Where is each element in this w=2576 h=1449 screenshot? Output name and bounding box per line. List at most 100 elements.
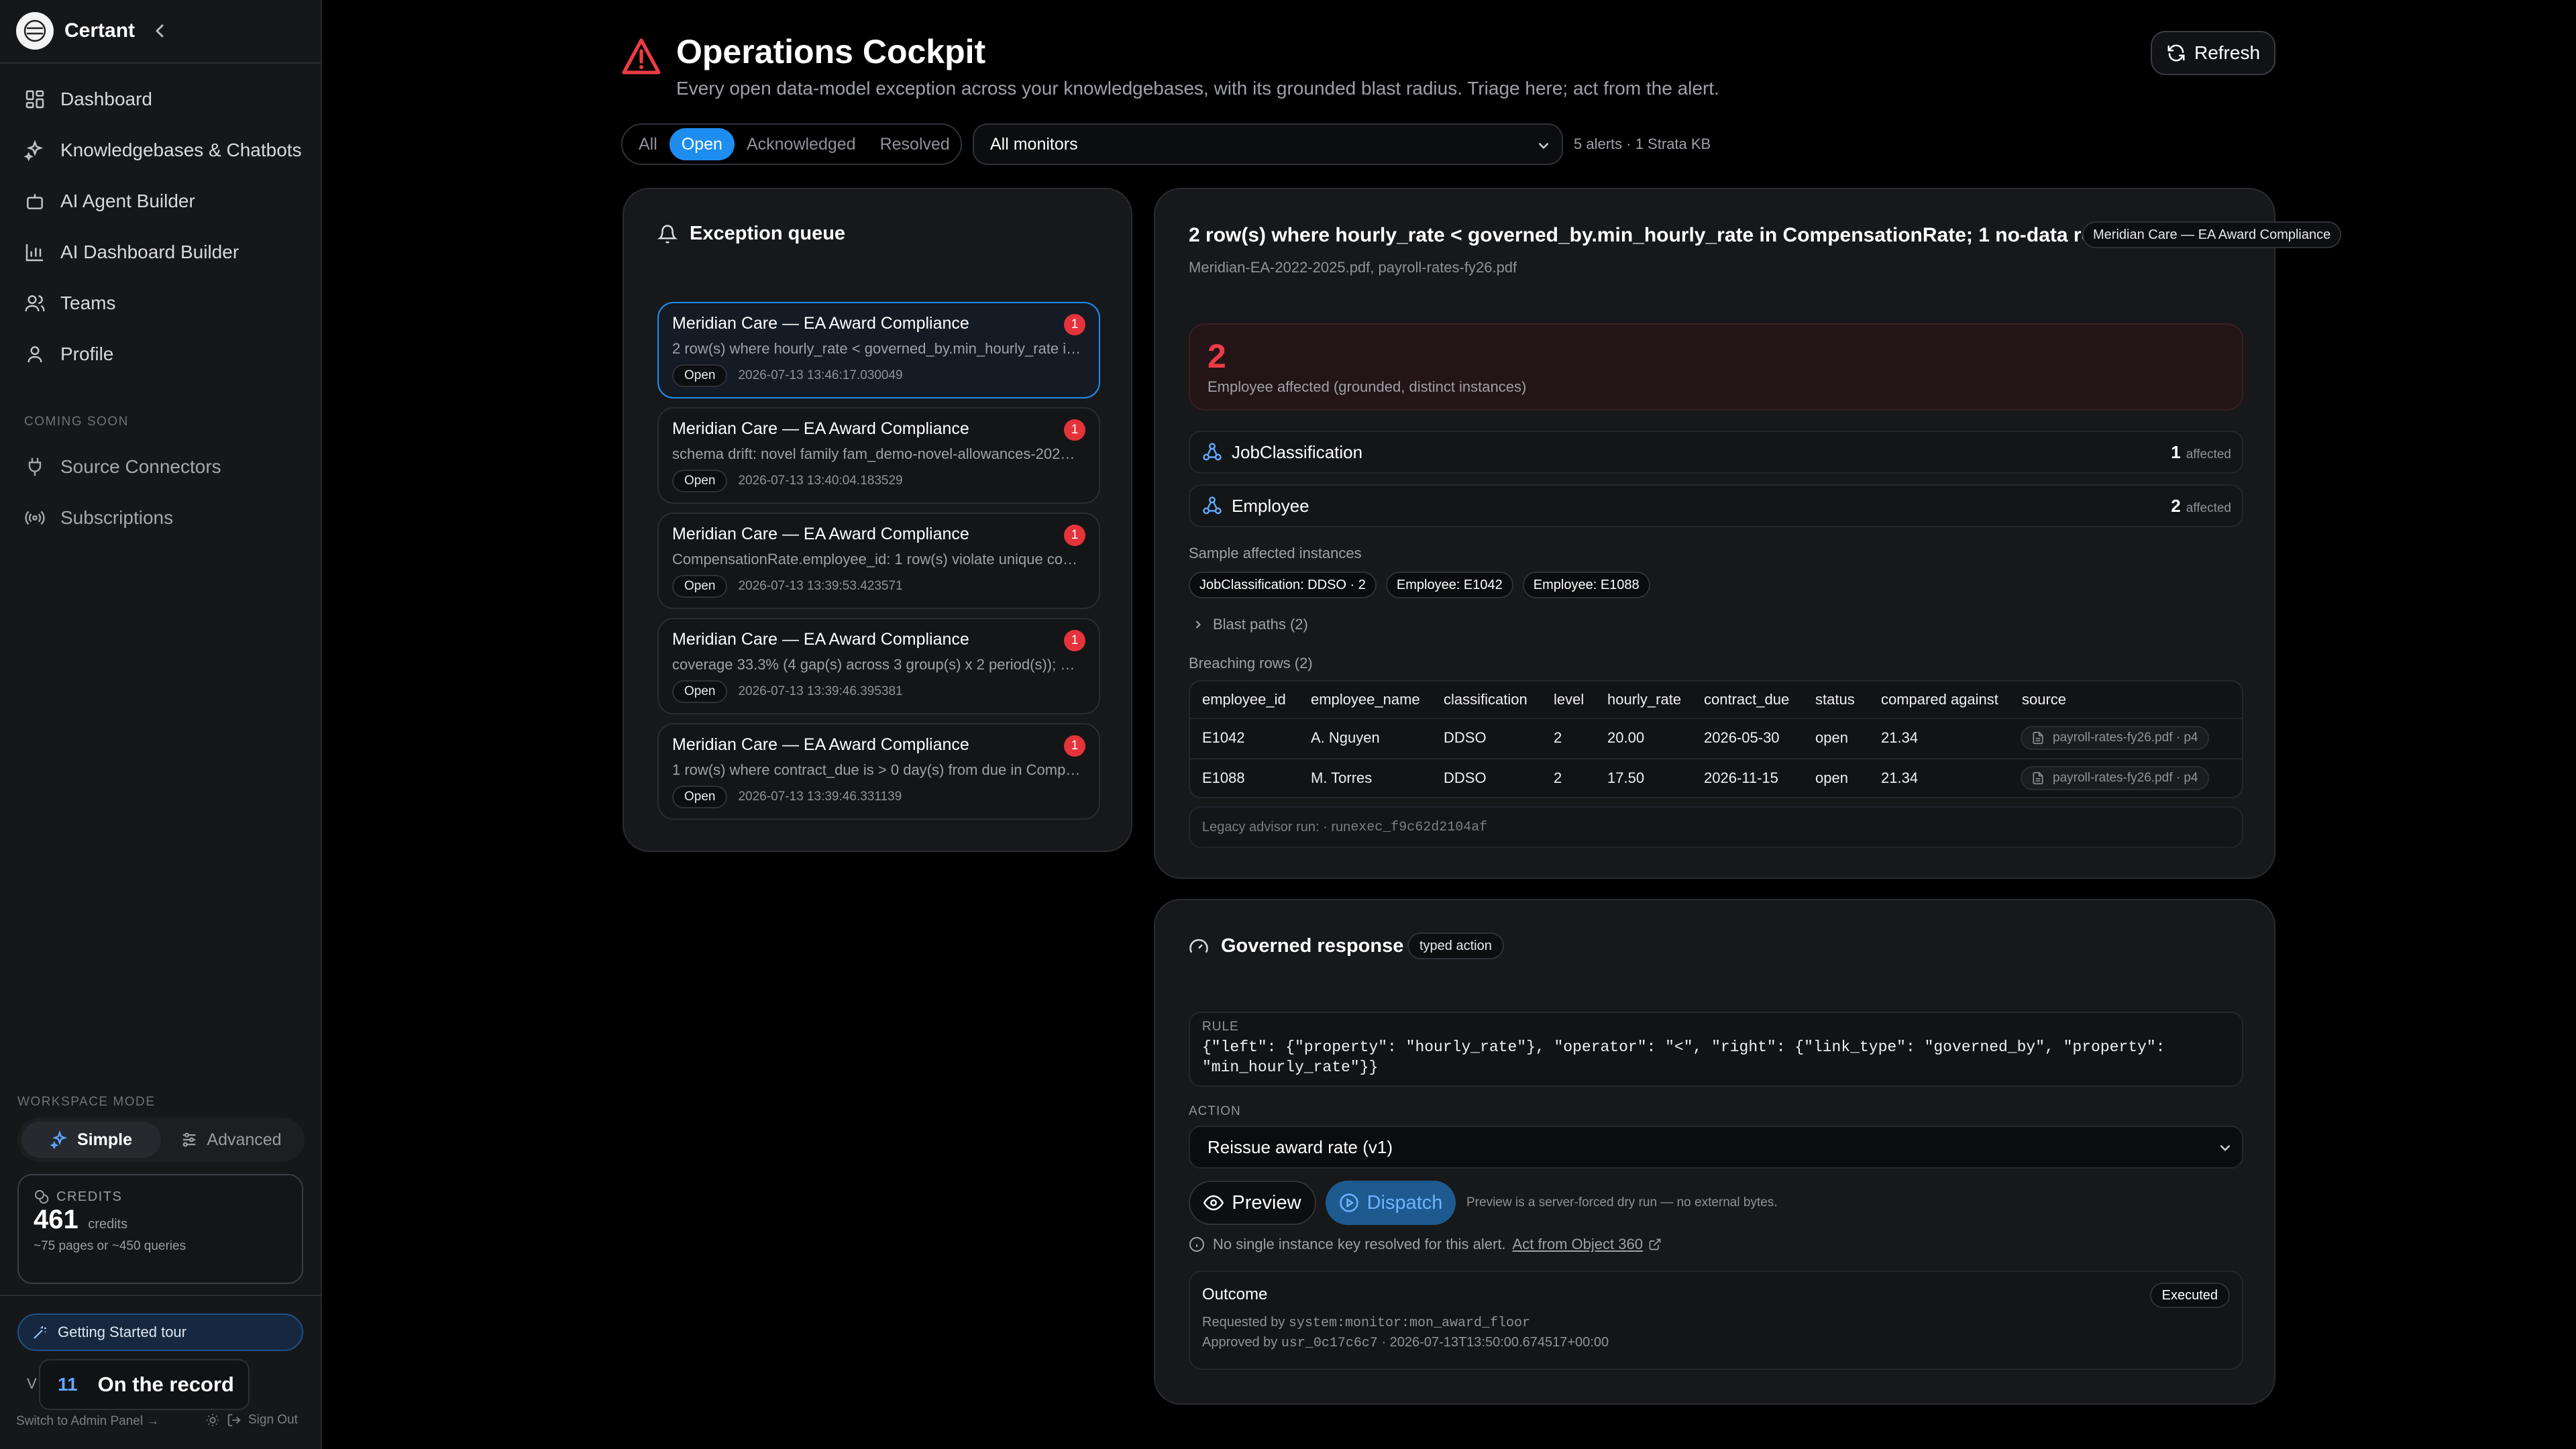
page-subtitle: Every open data-model exception across y… (676, 78, 1719, 99)
table-row[interactable]: E1088 M. Torres DDSO 2 17.50 2026-11-15 … (1190, 758, 2242, 797)
queue-item-desc: 2 row(s) where hourly_rate < governed_by… (672, 340, 1081, 357)
queue-item[interactable]: Meridian Care — EA Award Compliance sche… (657, 407, 1100, 504)
sidebar-item-profile[interactable]: Profile (24, 334, 306, 374)
queue-item-desc: coverage 33.3% (4 gap(s) across 3 group(… (672, 656, 1081, 673)
entity-name: JobClassification (1232, 441, 1363, 462)
dispatch-button[interactable]: Dispatch (1326, 1181, 1456, 1225)
chevron-right-icon (1195, 621, 1201, 629)
status-badge: Open (672, 575, 728, 598)
sidebar-item-ai-agent-builder[interactable]: AI Agent Builder (24, 181, 306, 221)
mode-label: Simple (77, 1130, 132, 1149)
instance-chip[interactable]: Employee: E1042 (1385, 572, 1513, 598)
sidebar-item-label: Subscriptions (60, 507, 174, 528)
monitor-select[interactable]: All monitors (973, 123, 1563, 165)
theme-toggle-icon[interactable] (205, 1413, 220, 1428)
entity-count-unit: affected (2186, 500, 2231, 515)
blast-paths-toggle[interactable]: Blast paths (2) (1191, 616, 1308, 633)
source-files: Meridian-EA-2022-2025.pdf, payroll-rates… (1189, 259, 1517, 276)
collapse-sidebar-button[interactable] (149, 17, 170, 44)
tab-resolved[interactable]: Resolved (868, 128, 962, 160)
sidebar-item-knowledgebases[interactable]: Knowledgebases & Chatbots (24, 130, 306, 170)
queue-title: Exception queue (657, 223, 845, 245)
table-row[interactable]: E1042 A. Nguyen DDSO 2 20.00 2026-05-30 … (1190, 718, 2242, 757)
switch-admin-link[interactable]: Switch to Admin Panel → (16, 1414, 159, 1429)
source-chip[interactable]: payroll-rates-fy26.pdf · p4 (2021, 766, 2209, 790)
external-link-icon (1649, 1238, 1661, 1250)
refresh-label: Refresh (2194, 42, 2261, 63)
affected-entity-row[interactable]: JobClassification 1 affected (1189, 431, 2243, 474)
count-badge: 1 (1064, 419, 1085, 441)
bar-chart-icon (25, 244, 43, 262)
source-chip-label: payroll-rates-fy26.pdf · p4 (2053, 731, 2198, 745)
breaching-rows-label: Breaching rows (2) (1189, 655, 1313, 672)
preview-note: Preview is a server-forced dry run — no … (1466, 1195, 1778, 1210)
queue-item[interactable]: Meridian Care — EA Award Compliance Comp… (657, 513, 1100, 609)
tab-acknowledged[interactable]: Acknowledged (735, 128, 868, 160)
file-icon (2033, 771, 2043, 785)
action-select[interactable]: Reissue award rate (v1) (1189, 1126, 2243, 1169)
on-the-record-toast[interactable]: 11 On the record (39, 1359, 250, 1410)
queue-item-title: Meridian Care — EA Award Compliance (672, 735, 969, 754)
queue-item[interactable]: Meridian Care — EA Award Compliance 2 ro… (657, 302, 1100, 398)
queue-item[interactable]: Meridian Care — EA Award Compliance cove… (657, 618, 1100, 714)
count-badge: 1 (1064, 525, 1085, 546)
divider (0, 1295, 322, 1296)
wand-icon (34, 1326, 46, 1339)
breaching-rows-table: employee_id employee_name classification… (1189, 680, 2243, 798)
executed-badge: Executed (2149, 1283, 2230, 1308)
act-from-object-360-link[interactable]: Act from Object 360 (1513, 1236, 1662, 1253)
radio-icon (25, 511, 45, 525)
refresh-button[interactable]: Refresh (2151, 31, 2275, 75)
instance-chip[interactable]: JobClassification: DDSO · 2 (1189, 572, 1377, 598)
queue-item[interactable]: Meridian Care — EA Award Compliance 1 ro… (657, 723, 1100, 820)
column-header: employee_id (1202, 691, 1286, 708)
sidebar-item-subscriptions[interactable]: Subscriptions (24, 498, 306, 538)
mode-advanced-button[interactable]: Advanced (161, 1122, 301, 1158)
footer-actions: Sign Out (205, 1413, 298, 1428)
status-badge: Open (672, 680, 728, 703)
table-cell: 2026-11-15 (1704, 769, 1778, 786)
entity-count: 2 affected (2171, 496, 2231, 517)
table-cell: 21.34 (1881, 769, 1919, 786)
source-chip-label: payroll-rates-fy26.pdf · p4 (2053, 771, 2198, 785)
workspace-mode-toggle: Simple Advanced (17, 1118, 305, 1162)
dispatch-label: Dispatch (1366, 1191, 1443, 1214)
sparkles-icon (24, 140, 44, 161)
sign-out-button[interactable]: Sign Out (248, 1413, 298, 1428)
approved-by: usr_0c17c6c7 (1281, 1336, 1378, 1351)
tab-all[interactable]: All (627, 128, 669, 160)
credits-title: CREDITS (34, 1189, 287, 1205)
tour-label: Getting Started tour (58, 1324, 186, 1340)
sidebar-item-ai-dashboard-builder[interactable]: AI Dashboard Builder (24, 232, 306, 272)
eye-icon (1203, 1195, 1224, 1211)
alert-detail-card: 2 row(s) where hourly_rate < governed_by… (1154, 188, 2342, 879)
tab-open[interactable]: Open (669, 128, 735, 160)
table-header: employee_id employee_name classification… (1190, 682, 2242, 718)
approved-by-line: Approved by usr_0c17c6c7 · 2026-07-13T13… (1202, 1335, 2230, 1351)
table-cell: open (1815, 769, 1848, 786)
getting-started-tour-button[interactable]: Getting Started tour (17, 1313, 303, 1351)
requested-prefix: Requested by (1202, 1315, 1289, 1330)
count-badge: 1 (1064, 735, 1085, 757)
preview-button[interactable]: Preview (1189, 1181, 1316, 1225)
mode-simple-button[interactable]: Simple (21, 1122, 161, 1158)
table-cell: 20.00 (1607, 729, 1645, 746)
sidebar-item-dashboard[interactable]: Dashboard (24, 79, 306, 119)
instance-chip[interactable]: Employee: E1088 (1522, 572, 1650, 598)
sidebar-item-teams[interactable]: Teams (24, 283, 306, 323)
requested-by: system:monitor:mon_award_floor (1288, 1316, 1531, 1331)
sidebar: Certant Dashboard Knowledgebases & Chatb… (0, 0, 322, 1449)
preview-label: Preview (1232, 1191, 1301, 1214)
brand[interactable]: Certant (16, 12, 135, 50)
entity-count-unit: affected (2186, 447, 2231, 462)
count-badge: 1 (1064, 314, 1085, 335)
affected-entity-row[interactable]: Employee 2 affected (1189, 484, 2243, 527)
sidebar-item-label: AI Dashboard Builder (60, 241, 239, 262)
action-select-value: Reissue award rate (v1) (1208, 1136, 1393, 1157)
source-chip[interactable]: payroll-rates-fy26.pdf · p4 (2021, 726, 2209, 750)
refresh-icon (2167, 44, 2185, 62)
sidebar-item-source-connectors[interactable]: Source Connectors (24, 447, 306, 487)
divider (0, 62, 322, 64)
sidebar-item-label: Teams (60, 292, 116, 313)
chevron-down-icon (1538, 142, 1549, 150)
